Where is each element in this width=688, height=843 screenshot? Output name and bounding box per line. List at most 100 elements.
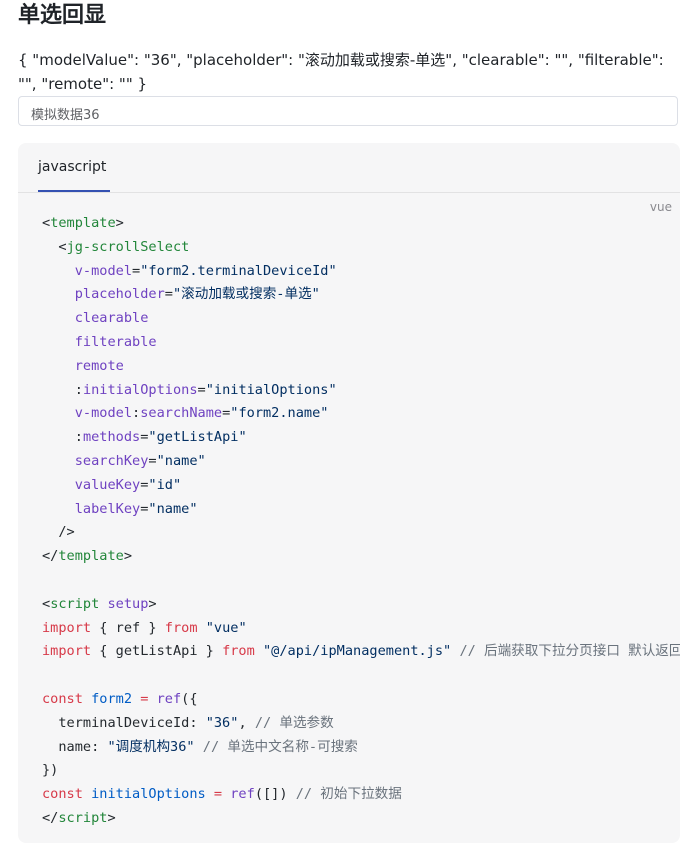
code-token: labelKey <box>74 500 141 517</box>
code-line: valueKey="id" <box>42 474 680 498</box>
code-line: const form2 = ref({ <box>42 688 680 712</box>
props-json-text: { "modelValue": "36", "placeholder": "滚动… <box>18 51 664 93</box>
code-token: remote <box>74 357 124 374</box>
code-line: import { ref } from "vue" <box>42 617 680 641</box>
code-line: v-model="form2.terminalDeviceId" <box>42 260 680 284</box>
code-token: { getListApi } <box>91 643 223 660</box>
code-token: { ref } <box>91 619 165 636</box>
code-token: filterable <box>74 333 157 350</box>
code-line: remote <box>42 355 680 379</box>
code-token: "调度机构36" <box>107 738 195 755</box>
code-token: jg-scrollSelect <box>66 238 190 255</box>
code-token: import <box>42 643 92 660</box>
code-token: ref <box>156 690 182 707</box>
code-token: = <box>197 381 206 398</box>
code-token: clearable <box>74 310 149 327</box>
code-line: searchKey="name" <box>42 450 680 474</box>
active-tab-indicator <box>38 190 110 192</box>
code-token: </ <box>42 809 59 826</box>
code-token: "form2.name" <box>230 405 329 422</box>
code-line: :initialOptions="initialOptions" <box>42 379 680 403</box>
code-line: }) <box>42 759 680 783</box>
code-line: name: "调度机构36" // 单选中文名称-可搜索 <box>42 736 680 760</box>
code-token: script <box>50 595 100 612</box>
scroll-select-input[interactable]: 模拟数据36 <box>18 96 678 126</box>
code-token: const <box>42 690 83 707</box>
code-token: const <box>42 786 83 803</box>
code-token: from <box>164 619 198 636</box>
code-token: "initialOptions" <box>205 381 337 398</box>
code-token: script <box>58 809 108 826</box>
code-line: </template> <box>42 545 680 569</box>
code-line: placeholder="滚动加载或搜索-单选" <box>42 283 680 307</box>
code-token: searchKey <box>74 452 149 469</box>
code-token: "form2.terminalDeviceId" <box>140 262 337 279</box>
code-line: filterable <box>42 331 680 355</box>
code-token: = <box>213 786 223 803</box>
code-token: "滚动加载或搜索-单选" <box>172 286 320 303</box>
code-line: const initialOptions = ref([]) // 初始下拉数据 <box>42 783 680 807</box>
code-token: ({ <box>181 690 198 707</box>
code-token: : <box>74 429 83 446</box>
code-token: > <box>115 215 124 231</box>
code-token: valueKey <box>74 476 141 493</box>
code-token: , <box>238 714 255 731</box>
code-token: form2 <box>91 690 133 707</box>
code-token: > <box>107 809 116 826</box>
code-token: "name" <box>156 452 206 469</box>
code-token: // 后端获取下拉分页接口 默认返回 <box>459 643 680 660</box>
code-token: ref <box>230 786 255 803</box>
code-token: setup <box>107 595 149 612</box>
code-token: }) <box>42 762 59 779</box>
code-token: methods <box>82 429 141 446</box>
code-line: clearable <box>42 307 680 331</box>
code-token: terminalDeviceId: <box>42 714 206 731</box>
code-line: labelKey="name" <box>42 498 680 522</box>
code-token: // 单选中文名称-可搜索 <box>202 738 358 755</box>
code-line: </script> <box>42 807 680 831</box>
tab-javascript[interactable]: javascript <box>38 159 106 175</box>
code-token: v-model <box>74 405 133 422</box>
code-token: "36" <box>205 714 239 731</box>
code-line: <jg-scrollSelect <box>42 236 680 260</box>
code-token: < <box>42 215 51 231</box>
section-title: 单选回显 <box>18 3 107 28</box>
code-token: </ <box>42 548 59 565</box>
code-line: <script setup> <box>42 593 680 617</box>
code-token: : <box>132 405 141 422</box>
code-line: terminalDeviceId: "36", // 单选参数 <box>42 712 680 736</box>
code-token: "name" <box>148 500 198 517</box>
code-token: "id" <box>148 476 182 493</box>
code-token: = <box>164 286 173 303</box>
code-block: <template> <jg-scrollSelect v-model="for… <box>42 212 680 831</box>
code-token: > <box>148 595 157 612</box>
code-token: // 单选参数 <box>254 714 334 731</box>
code-token: /> <box>42 524 75 541</box>
code-token: "@/api/ipManagement.js" <box>263 643 452 660</box>
code-token: ([]) <box>254 786 296 803</box>
code-token: template <box>50 215 116 231</box>
code-token: v-model <box>74 262 133 279</box>
code-token: = <box>148 452 157 469</box>
code-token: // 初始下拉数据 <box>295 786 402 803</box>
code-token: import <box>42 619 92 636</box>
code-line: <template> <box>42 212 680 236</box>
code-line: v-model:searchName="form2.name" <box>42 402 680 426</box>
code-token: : <box>74 381 83 398</box>
